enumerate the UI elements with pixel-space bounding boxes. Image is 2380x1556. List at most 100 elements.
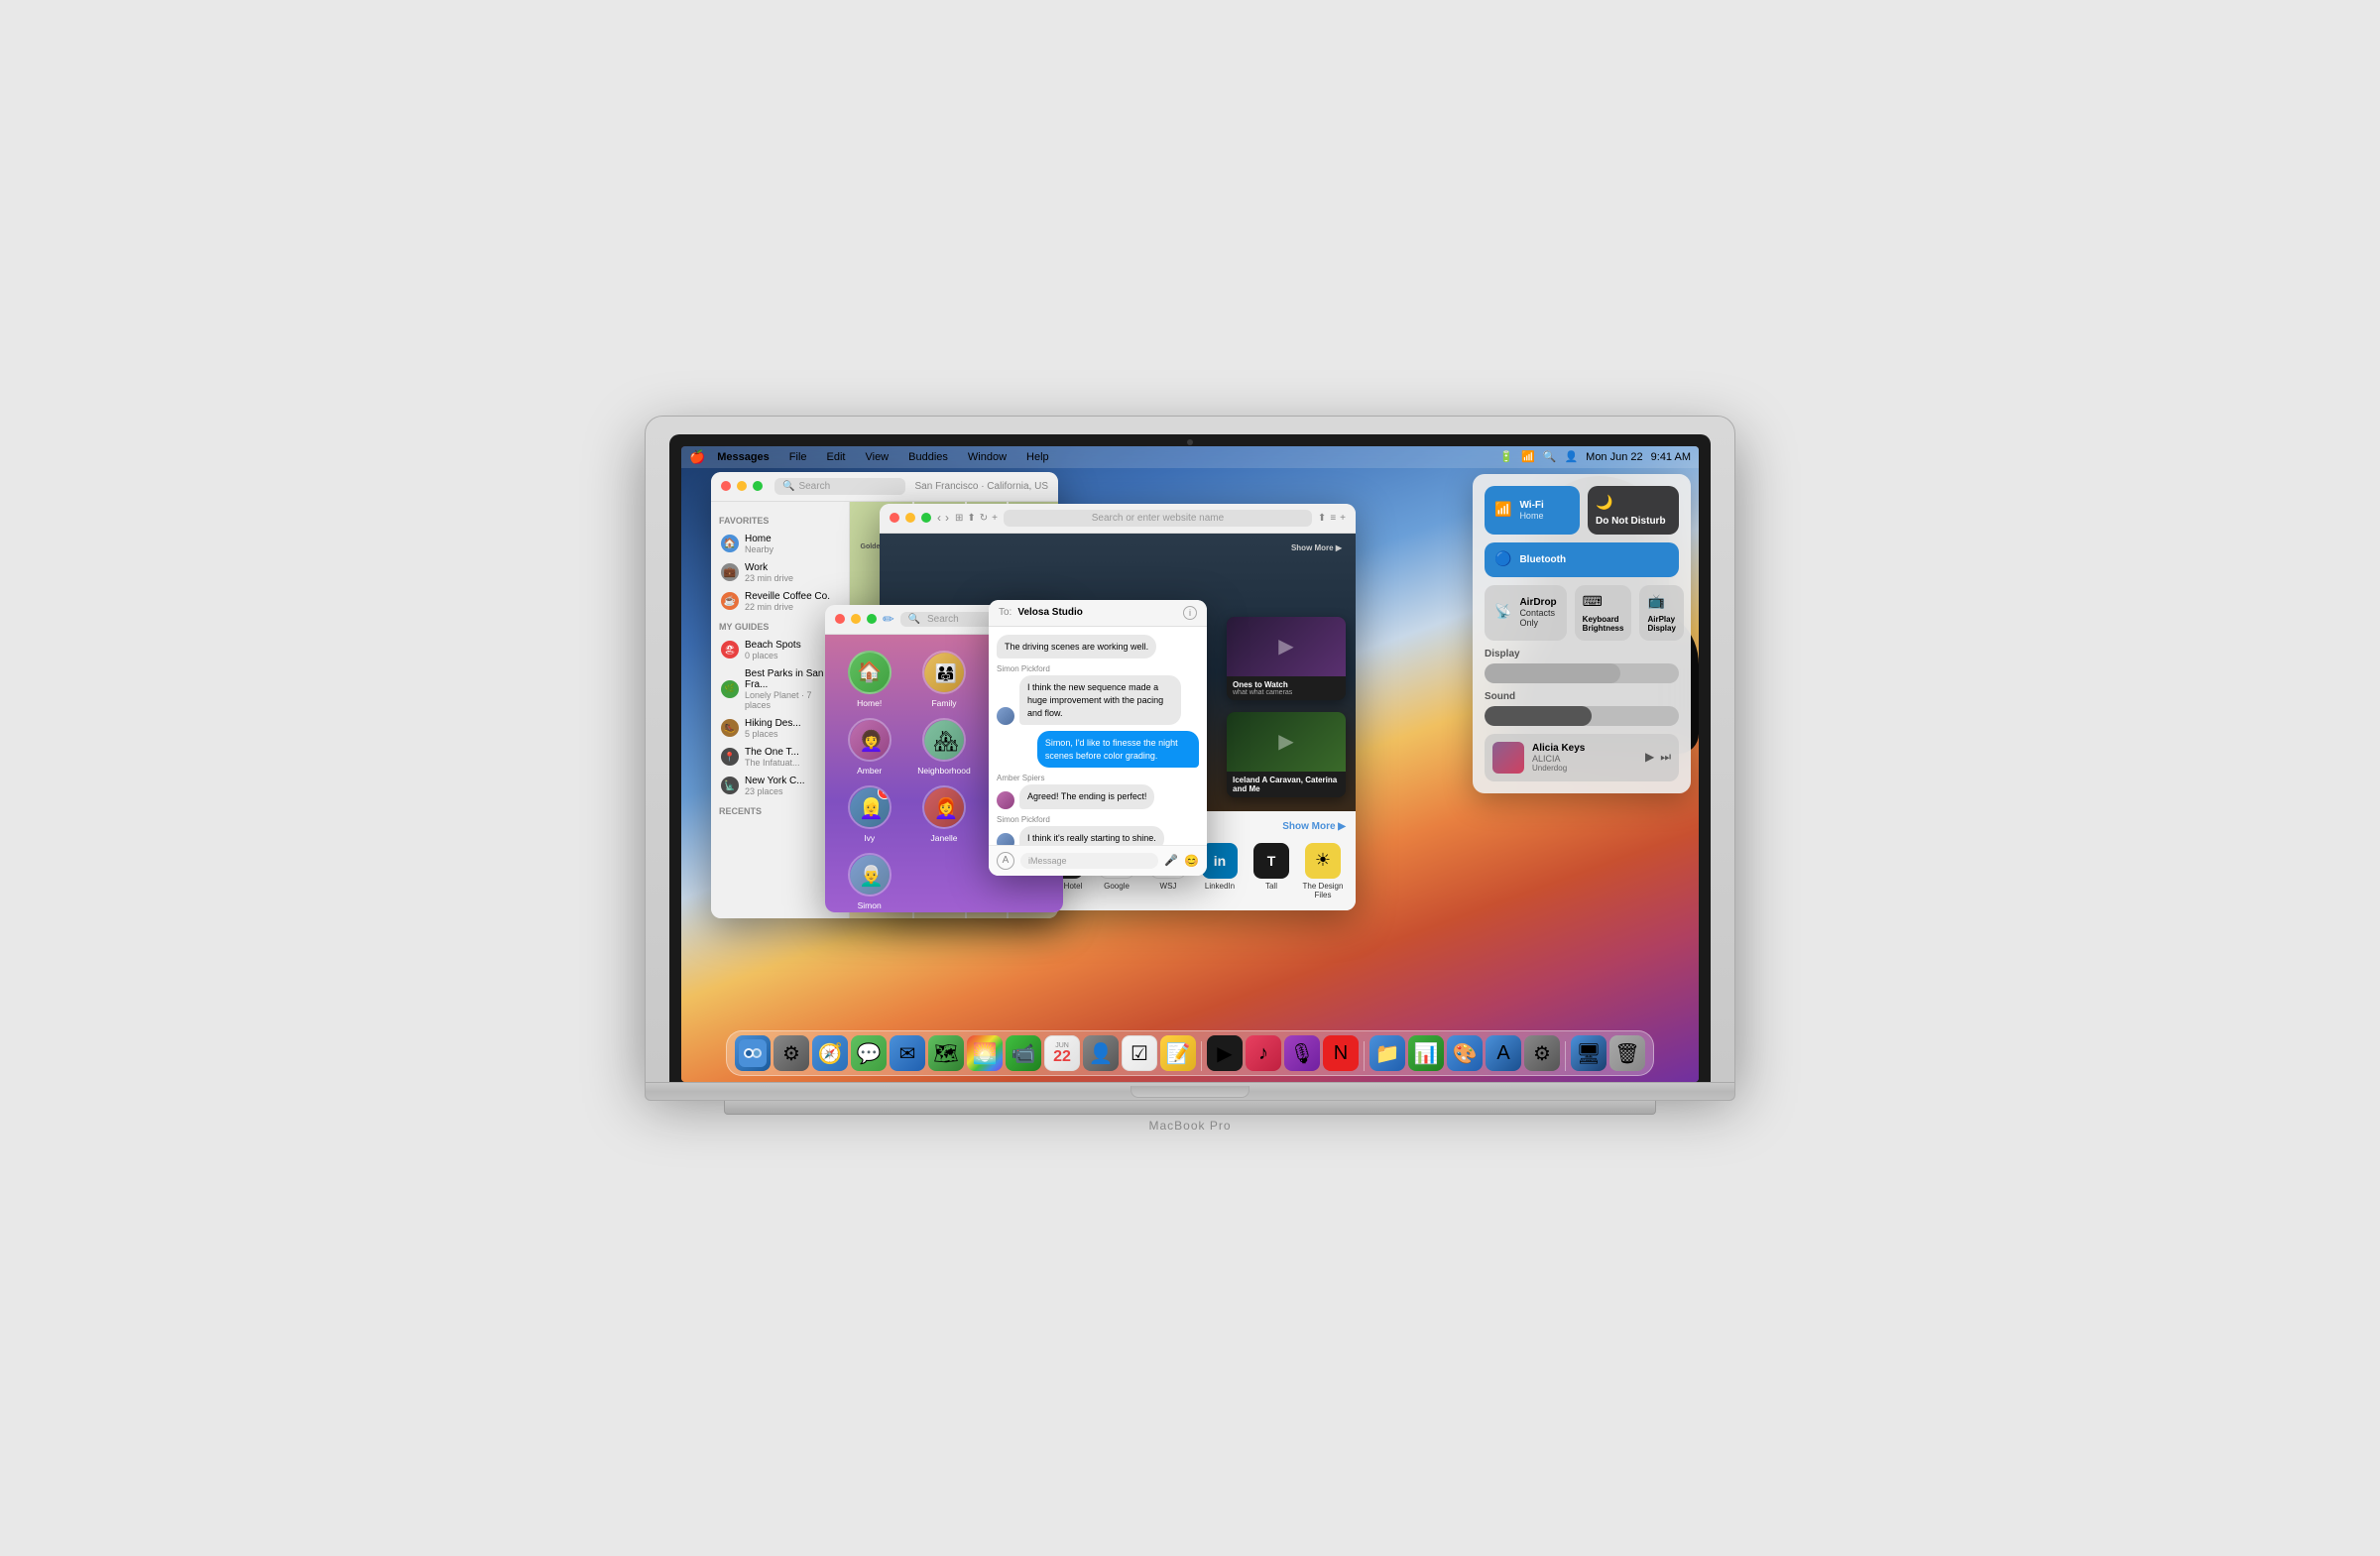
contact-amber[interactable]: 👩‍🦱 Amber	[837, 718, 901, 776]
dock-reminders[interactable]: ☑	[1122, 1035, 1157, 1071]
dnd-icon: 🌙	[1596, 494, 1671, 511]
dock-finder[interactable]	[735, 1035, 771, 1071]
dock-maps[interactable]: 🗺	[928, 1035, 964, 1071]
maps-search-placeholder: Search	[798, 481, 830, 492]
macbook-stand	[724, 1101, 1656, 1115]
video-show-more[interactable]: Show More ▶	[1285, 541, 1348, 554]
screen-bezel: 🍎 Messages File Edit View Buddies Window…	[669, 434, 1711, 1082]
safari-share-icon[interactable]: ⬆	[967, 513, 975, 524]
menubar-buddies[interactable]: Buddies	[904, 449, 952, 465]
safari-new-tab-button[interactable]: +	[1340, 513, 1346, 524]
video-thumb-2[interactable]: ▶ Iceland A Caravan, Caterina and Me	[1227, 712, 1346, 797]
menubar-view[interactable]: View	[861, 449, 892, 465]
dock-contacts[interactable]: 👤	[1083, 1035, 1119, 1071]
dock-system-preferences[interactable]: ⚙	[1524, 1035, 1560, 1071]
wifi-icon[interactable]: 📶	[1521, 450, 1535, 463]
menubar-help[interactable]: Help	[1022, 449, 1053, 465]
dock-appstore[interactable]: A	[1486, 1035, 1521, 1071]
cc-sound-slider[interactable]	[1485, 706, 1679, 726]
minimize-button[interactable]	[737, 481, 747, 491]
dock-news[interactable]: N	[1323, 1035, 1359, 1071]
maps-guide-beach[interactable]: 🏖 Beach Spots 0 places	[719, 636, 841, 664]
maximize-button[interactable]	[753, 481, 763, 491]
messages-maximize-button[interactable]	[867, 614, 877, 624]
safari-forward-button[interactable]: ›	[945, 511, 949, 525]
dock-facetime[interactable]: 📹	[1006, 1035, 1041, 1071]
cc-airdrop-tile[interactable]: 📡 AirDrop Contacts Only	[1485, 585, 1567, 641]
video-thumb-1[interactable]: ▶ Ones to Watch what what cameras	[1227, 617, 1346, 700]
contact-janelle[interactable]: 👩‍🦰 Janelle	[911, 785, 976, 843]
maps-guide-hiking[interactable]: 🥾 Hiking Des... 5 places	[719, 714, 841, 743]
menubar-edit[interactable]: Edit	[823, 449, 850, 465]
maps-guide-parks[interactable]: 🌿 Best Parks in San Fra... Lonely Planet…	[719, 664, 841, 714]
control-center: 📶 Wi-Fi Home 🌙 Do Not Disturb	[1473, 474, 1691, 793]
menubar-window[interactable]: Window	[964, 449, 1011, 465]
audio-button[interactable]: 🎤	[1164, 854, 1178, 867]
safari-reload-icon[interactable]: ↻	[980, 513, 988, 524]
messages-close-button[interactable]	[835, 614, 845, 624]
safari-back-button[interactable]: ‹	[937, 511, 941, 525]
dock-photos[interactable]: 🌅	[967, 1035, 1003, 1071]
video-thumb-2-image: ▶	[1227, 712, 1346, 772]
battery-icon[interactable]: 🔋	[1499, 450, 1513, 463]
user-icon[interactable]: 👤	[1564, 450, 1578, 463]
cc-dnd-tile[interactable]: 🌙 Do Not Disturb	[1588, 486, 1679, 535]
safari-minimize-button[interactable]	[905, 513, 915, 523]
cc-bluetooth-tile[interactable]: 🔵 Bluetooth	[1485, 542, 1679, 577]
safari-add-icon[interactable]: +	[992, 513, 998, 524]
dock-calendar[interactable]: Jun 22	[1044, 1035, 1080, 1071]
messages-minimize-button[interactable]	[851, 614, 861, 624]
dock-appletv[interactable]: ▶	[1207, 1035, 1243, 1071]
contact-home[interactable]: 🏠 Home!	[837, 651, 901, 708]
cc-display-slider[interactable]	[1485, 663, 1679, 683]
dock-messages[interactable]: 💬	[851, 1035, 887, 1071]
cc-keyboard-tile[interactable]: ⌨ Keyboard Brightness	[1575, 585, 1632, 641]
dock-mail[interactable]: ✉	[890, 1035, 925, 1071]
dock-trash[interactable]: 🗑	[1609, 1035, 1645, 1071]
dock-safari[interactable]: 🧭	[812, 1035, 848, 1071]
cc-sound-fill	[1485, 706, 1592, 726]
apple-menu[interactable]: 🍎	[689, 449, 705, 465]
emoji-button[interactable]: 😊	[1184, 854, 1199, 868]
dock-notes[interactable]: 📝	[1160, 1035, 1196, 1071]
maps-search-bar[interactable]: 🔍 Search	[774, 478, 905, 495]
compose-icon[interactable]: ✏	[883, 611, 894, 628]
contact-family[interactable]: 👨‍👩‍👧 Family	[911, 651, 976, 708]
contact-simon[interactable]: 👨‍🦳 Simon	[837, 853, 901, 910]
safari-close-button[interactable]	[890, 513, 899, 523]
safari-address-bar[interactable]: Search or enter website name	[1004, 510, 1312, 527]
dock-files[interactable]: 📁	[1369, 1035, 1405, 1071]
menubar-file[interactable]: File	[785, 449, 811, 465]
contact-neighborhood[interactable]: 🏘 Neighborhood	[911, 718, 976, 776]
search-icon[interactable]: 🔍	[1543, 450, 1557, 463]
fav-tall[interactable]: T Tall	[1250, 843, 1292, 900]
safari-maximize-button[interactable]	[921, 513, 931, 523]
show-more-button[interactable]: Show More ▶	[1282, 821, 1346, 835]
maps-coffee-item[interactable]: ☕ Reveille Coffee Co. 22 min drive	[719, 587, 841, 616]
dock-music[interactable]: ♪	[1246, 1035, 1281, 1071]
dock-podcasts[interactable]: 🎙	[1284, 1035, 1320, 1071]
message-apps-button[interactable]: A	[997, 852, 1014, 870]
safari-sidebar-button[interactable]: ≡	[1330, 513, 1336, 524]
maps-work-item[interactable]: 💼 Work 23 min drive	[719, 558, 841, 587]
cc-next-button[interactable]: ⏭	[1660, 750, 1671, 765]
imessage-input-field[interactable]: iMessage	[1020, 853, 1158, 869]
dock-numbers[interactable]: 📊	[1408, 1035, 1444, 1071]
cc-wifi-tile[interactable]: 📶 Wi-Fi Home	[1485, 486, 1580, 535]
dock-keynote[interactable]: 🎨	[1447, 1035, 1483, 1071]
dock-desktop[interactable]: 🖥	[1571, 1035, 1606, 1071]
fav-designfiles[interactable]: ☀ The Design Files	[1302, 843, 1344, 900]
imessage-input-bar: A iMessage 🎤 😊	[989, 845, 1207, 876]
menubar-app-name[interactable]: Messages	[713, 449, 774, 465]
close-button[interactable]	[721, 481, 731, 491]
contact-ivy[interactable]: 👱‍♀️ ● Ivy	[837, 785, 901, 843]
dock-launchpad[interactable]: ⚙	[774, 1035, 809, 1071]
maps-guide-newyork[interactable]: 🗽 New York C... 23 places	[719, 772, 841, 800]
safari-share-button[interactable]: ⬆	[1318, 513, 1326, 524]
maps-guide-one[interactable]: 📍 The One T... The Infatuat...	[719, 743, 841, 772]
safari-tab-icon[interactable]: ⊞	[955, 513, 963, 524]
cc-airplay-tile[interactable]: 📺 AirPlay Display	[1639, 585, 1683, 641]
maps-home-item[interactable]: 🏠 Home Nearby	[719, 530, 841, 558]
cc-play-button[interactable]: ▶	[1645, 750, 1654, 765]
info-button[interactable]: i	[1183, 606, 1197, 620]
